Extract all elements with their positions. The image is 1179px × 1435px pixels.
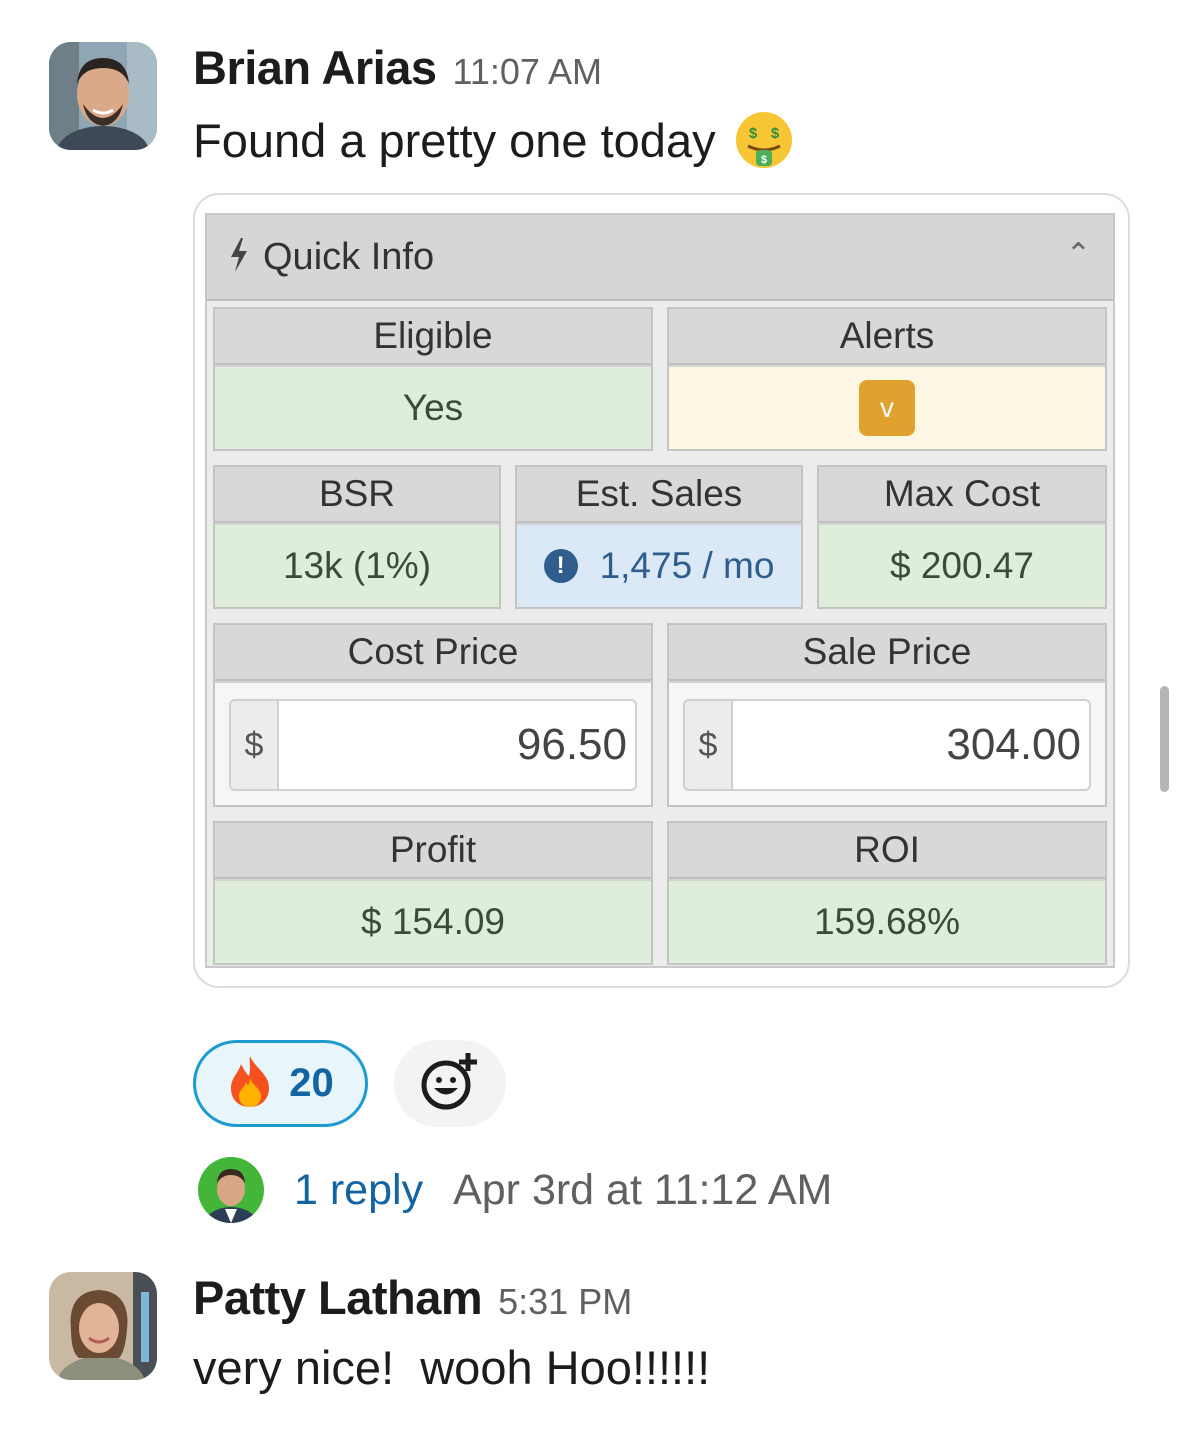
cost-price-cell: Cost Price $ 96.50 <box>213 623 653 807</box>
svg-text:$: $ <box>761 154 767 166</box>
sale-price-body: $ 304.00 <box>669 683 1105 805</box>
reply-avatar <box>198 1157 264 1223</box>
author-name[interactable]: Brian Arias <box>193 40 437 95</box>
add-emoji-icon <box>420 1051 480 1116</box>
message-header: Patty Latham 5:31 PM <box>193 1270 632 1325</box>
chevron-up-icon[interactable]: ⌃ <box>1066 237 1091 272</box>
message-body: very nice! wooh Hoo!!!!!! <box>193 1341 711 1394</box>
bsr-cell: BSR 13k (1%) <box>213 465 501 609</box>
sale-price-label: Sale Price <box>669 625 1105 681</box>
eligible-label: Eligible <box>215 309 651 365</box>
svg-text:$: $ <box>770 125 779 142</box>
attached-image[interactable]: Quick Info ⌃ Eligible Yes Alerts v BSR 1… <box>193 193 1130 988</box>
svg-text:$: $ <box>748 125 757 142</box>
reaction-fire[interactable]: 20 <box>193 1040 368 1127</box>
reaction-count: 20 <box>289 1061 334 1105</box>
avatar-brian-arias[interactable] <box>49 42 157 150</box>
alerts-label: Alerts <box>669 309 1105 365</box>
scrollbar[interactable] <box>1160 686 1169 792</box>
quick-info-header[interactable]: Quick Info ⌃ <box>207 215 1113 301</box>
profit-value: $ 154.09 <box>215 881 651 963</box>
author-name[interactable]: Patty Latham <box>193 1270 483 1325</box>
message-timestamp[interactable]: 11:07 AM <box>453 51 602 93</box>
alerts-value: v <box>669 367 1105 449</box>
message-text: Found a pretty one today $ $ $ <box>193 110 794 170</box>
currency-addon: $ <box>685 701 733 789</box>
cost-price-input[interactable]: $ 96.50 <box>229 699 637 791</box>
est-sales-value-wrap: ! 1,475 / mo <box>517 525 801 607</box>
max-cost-value: $ 200.47 <box>819 525 1105 607</box>
thread-summary[interactable]: 1 reply Apr 3rd at 11:12 AM <box>198 1157 832 1223</box>
max-cost-label: Max Cost <box>819 467 1105 523</box>
quick-info-panel: Quick Info ⌃ Eligible Yes Alerts v BSR 1… <box>205 213 1115 968</box>
message-header: Brian Arias 11:07 AM <box>193 40 602 95</box>
last-reply-time: Apr 3rd at 11:12 AM <box>453 1165 833 1214</box>
reply-count-link[interactable]: 1 reply <box>294 1166 423 1215</box>
bsr-label: BSR <box>215 467 499 523</box>
max-cost-cell: Max Cost $ 200.47 <box>817 465 1107 609</box>
cost-price-label: Cost Price <box>215 625 651 681</box>
add-reaction-button[interactable] <box>394 1040 506 1127</box>
roi-label: ROI <box>669 823 1105 879</box>
message-text: very nice! wooh Hoo!!!!!! <box>193 1340 710 1395</box>
est-sales-label: Est. Sales <box>517 467 801 523</box>
alert-badge[interactable]: v <box>859 380 915 436</box>
message-timestamp[interactable]: 5:31 PM <box>498 1281 632 1323</box>
cost-price-body: $ 96.50 <box>215 683 651 805</box>
info-icon[interactable]: ! <box>543 549 578 583</box>
sale-price-value[interactable]: 304.00 <box>733 701 1089 789</box>
sale-price-input[interactable]: $ 304.00 <box>683 699 1091 791</box>
est-sales-cell: Est. Sales ! 1,475 / mo <box>515 465 803 609</box>
profit-label: Profit <box>215 823 651 879</box>
roi-cell: ROI 159.68% <box>667 821 1107 965</box>
bsr-value: 13k (1%) <box>215 525 499 607</box>
currency-addon: $ <box>231 701 279 789</box>
eligible-value: Yes <box>215 367 651 449</box>
lightning-icon <box>229 237 249 277</box>
cost-price-value[interactable]: 96.50 <box>279 701 635 789</box>
eligible-cell: Eligible Yes <box>213 307 653 451</box>
quick-info-title: Quick Info <box>263 235 435 278</box>
avatar-patty-latham[interactable] <box>49 1272 157 1380</box>
roi-value: 159.68% <box>669 881 1105 963</box>
money-mouth-face-icon: $ $ $ <box>734 110 794 170</box>
message-body: Found a pretty one today <box>193 113 716 167</box>
fire-icon <box>227 1054 273 1113</box>
est-sales-value: 1,475 / mo <box>599 545 775 586</box>
sale-price-cell: Sale Price $ 304.00 <box>667 623 1107 807</box>
alerts-cell: Alerts v <box>667 307 1107 451</box>
profit-cell: Profit $ 154.09 <box>213 821 653 965</box>
